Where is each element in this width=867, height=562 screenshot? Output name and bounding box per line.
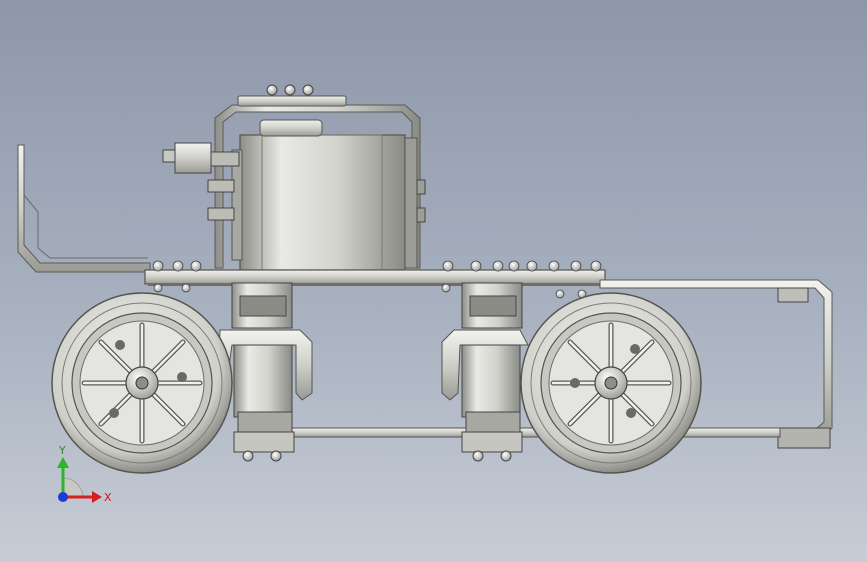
- y-axis-label: Y: [58, 444, 66, 457]
- rear-bent-bracket: [17, 144, 151, 273]
- horn-screws: [266, 84, 314, 96]
- left-wheel: [51, 292, 233, 474]
- main-chassis-plate: [144, 269, 606, 285]
- side-standoff: [162, 142, 240, 221]
- robot-chassis-model[interactable]: Y X: [0, 0, 867, 562]
- servo-horn-plate: [237, 95, 347, 107]
- lower-link-bar: [289, 427, 481, 438]
- main-servo-body: [239, 134, 406, 271]
- x-axis-label: X: [104, 491, 112, 504]
- z-axis-dot: [58, 492, 68, 502]
- right-wheel: [520, 292, 702, 474]
- cad-viewport[interactable]: Y X: [0, 0, 867, 562]
